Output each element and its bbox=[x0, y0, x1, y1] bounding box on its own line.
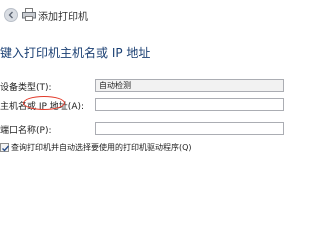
back-button[interactable] bbox=[4, 8, 18, 22]
query-driver-checkbox[interactable] bbox=[0, 143, 10, 152]
device-type-label: 设备类型(T): bbox=[0, 83, 52, 93]
device-type-select[interactable]: 自动检测 bbox=[95, 79, 284, 92]
port-name-label: 端口名称(P): bbox=[0, 126, 52, 136]
window-title: 添加打印机 bbox=[38, 12, 88, 23]
highlight-ring bbox=[23, 96, 65, 110]
page-heading: 键入打印机主机名或 IP 地址 bbox=[0, 46, 151, 60]
checkmark-icon bbox=[2, 145, 10, 152]
port-name-input[interactable] bbox=[95, 122, 284, 135]
back-arrow-icon bbox=[8, 11, 13, 19]
printer-icon bbox=[22, 8, 36, 21]
device-type-value: 自动检测 bbox=[99, 81, 131, 90]
hostname-input[interactable] bbox=[95, 98, 284, 111]
query-driver-label: 查询打印机并自动选择要使用的打印机驱动程序(Q) bbox=[11, 143, 192, 152]
add-printer-window: 添加打印机 键入打印机主机名或 IP 地址 设备类型(T): 自动检测 主机名或… bbox=[0, 0, 284, 215]
title-bar: 添加打印机 bbox=[0, 0, 284, 30]
